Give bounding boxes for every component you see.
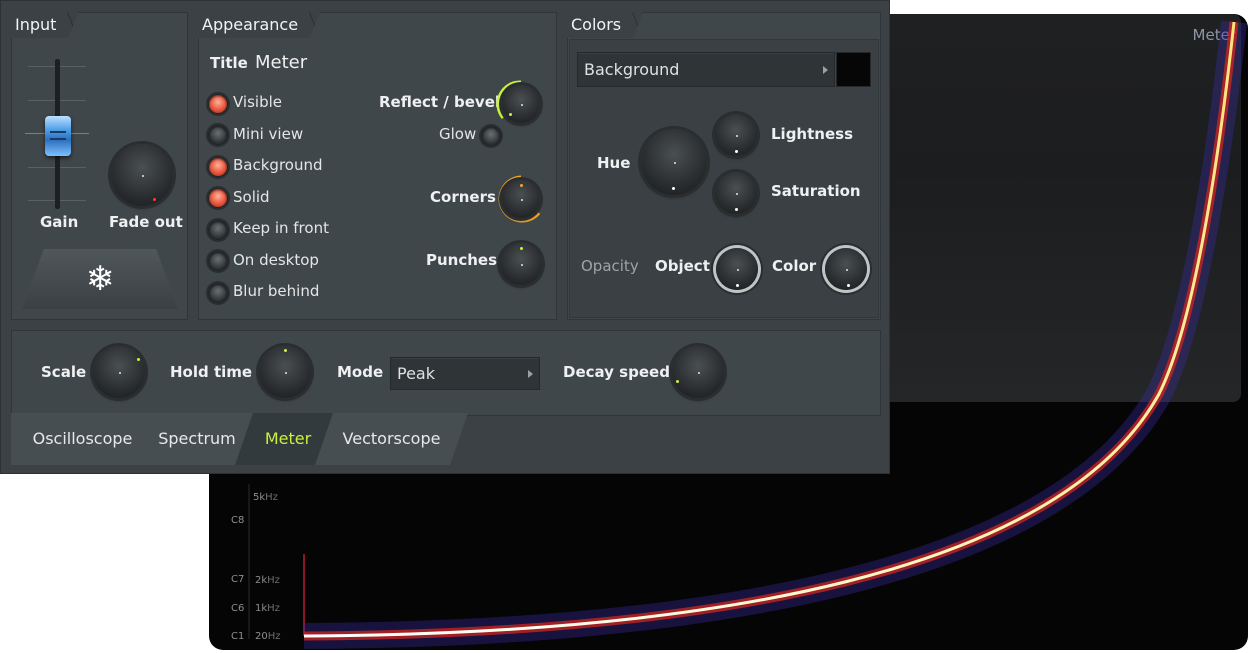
appearance-group-title: Appearance (198, 12, 320, 38)
axis-label-1k: 1kHz (255, 603, 280, 614)
saturation-knob[interactable] (715, 172, 757, 214)
decay-speed-label: Decay speed (563, 363, 670, 381)
title-input[interactable]: Meter (255, 52, 307, 73)
color-target-value: Background (584, 60, 680, 79)
solid-label: Solid (233, 188, 270, 206)
mode-label: Mode (337, 363, 384, 381)
gain-label: Gain (40, 213, 79, 231)
color-target-dropdown[interactable]: Background (577, 52, 835, 87)
fade-out-knob[interactable] (111, 144, 173, 206)
keep-in-front-label: Keep in front (233, 219, 329, 237)
axis-note-c8: C8 (231, 515, 245, 526)
saturation-label: Saturation (771, 182, 861, 200)
chevron-right-icon (528, 369, 533, 378)
keep-in-front-radio[interactable] (206, 218, 230, 242)
hue-knob[interactable] (641, 129, 707, 195)
mode-value: Peak (397, 364, 435, 383)
punches-knob[interactable] (500, 243, 542, 285)
on-desktop-radio[interactable] (206, 249, 230, 273)
punches-label: Punches (426, 251, 498, 269)
mini-view-radio[interactable] (206, 123, 230, 147)
glow-label: Glow (439, 125, 477, 143)
background-label: Background (233, 156, 323, 174)
color-swatch[interactable] (836, 52, 871, 87)
mini-view-label: Mini view (233, 125, 304, 143)
axis-note-c1: C1 (231, 631, 245, 642)
corners-label: Corners (430, 188, 496, 206)
axis-note-c6: C6 (231, 603, 245, 614)
color-opacity-label: Color (772, 257, 817, 275)
on-desktop-label: On desktop (233, 251, 319, 269)
lightness-label: Lightness (771, 125, 853, 143)
object-opacity-knob[interactable] (716, 248, 758, 290)
visible-radio[interactable] (206, 92, 230, 116)
reflect-bevel-knob[interactable] (502, 85, 540, 123)
freeze-button[interactable]: ❄ (22, 249, 178, 309)
snowflake-icon: ❄ (85, 259, 115, 299)
axis-label-5k: 5kHz (253, 492, 278, 503)
axis-label-2k: 2kHz (255, 575, 280, 586)
input-group-title: Input (11, 12, 78, 38)
axis-note-c7: C7 (231, 574, 245, 585)
visualizer-settings-panel: Input Gain Fade out ❄ Appearance Title M… (0, 0, 890, 474)
title-label: Title (210, 54, 248, 72)
color-opacity-knob[interactable] (825, 248, 867, 290)
hold-time-label: Hold time (170, 363, 253, 381)
glow-radio[interactable] (479, 124, 503, 148)
tab-oscilloscope[interactable]: Oscilloscope (11, 413, 154, 465)
hue-label: Hue (597, 154, 631, 172)
solid-radio[interactable] (206, 186, 230, 210)
fade-out-label: Fade out (109, 213, 183, 231)
object-opacity-label: Object (655, 257, 710, 275)
blur-behind-radio[interactable] (206, 281, 230, 305)
chevron-right-icon (823, 65, 828, 74)
gain-fader-handle[interactable] (45, 116, 71, 156)
tab-vectorscope[interactable]: Vectorscope (315, 413, 468, 465)
opacity-label: Opacity (581, 257, 639, 275)
hold-time-knob[interactable] (259, 346, 311, 398)
scale-label: Scale (41, 363, 87, 381)
decay-speed-knob[interactable] (672, 346, 724, 398)
lightness-knob[interactable] (715, 114, 757, 156)
axis-label-20: 20Hz (255, 631, 281, 642)
background-radio[interactable] (206, 155, 230, 179)
reflect-bevel-label: Reflect / bevel (379, 93, 501, 111)
blur-behind-label: Blur behind (233, 282, 320, 300)
scale-knob[interactable] (93, 346, 145, 398)
mode-dropdown[interactable]: Peak (390, 357, 540, 390)
corners-knob[interactable] (502, 180, 540, 218)
visible-label: Visible (233, 93, 282, 111)
colors-group-title: Colors (567, 12, 643, 38)
